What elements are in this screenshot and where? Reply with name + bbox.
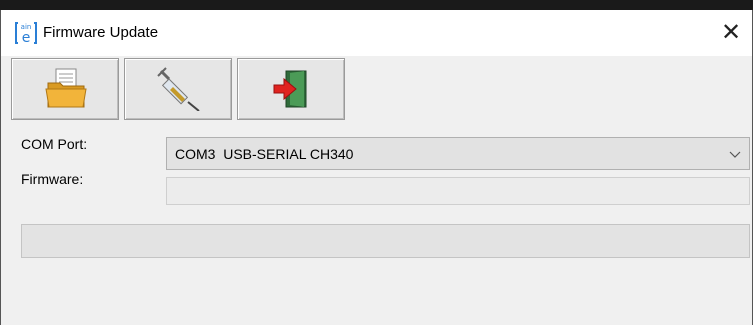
open-file-button[interactable] — [11, 58, 119, 120]
exit-door-icon — [273, 70, 307, 108]
syringe-flash-icon — [157, 67, 200, 111]
firmware-path-field[interactable] — [166, 177, 750, 205]
open-folder-icon — [45, 68, 87, 108]
svg-text:e: e — [22, 30, 31, 45]
rain-e-app-icon: ain e — [15, 21, 37, 46]
desktop-top-strip — [0, 0, 753, 10]
firmware-update-window: ain e Firmware Update ✕ COM Port: COM3 U… — [0, 10, 753, 325]
title-bar: ain e Firmware Update ✕ — [1, 10, 752, 56]
close-button[interactable]: ✕ — [716, 18, 746, 48]
firmware-label: Firmware: — [21, 171, 84, 187]
exit-button[interactable] — [237, 58, 345, 120]
flash-firmware-button[interactable] — [124, 58, 232, 120]
update-progress-bar — [21, 224, 750, 258]
toolbar — [11, 58, 351, 122]
com-port-value: COM3 USB-SERIAL CH340 — [175, 146, 354, 162]
com-port-label: COM Port: — [21, 136, 88, 152]
chevron-down-icon — [729, 151, 741, 158]
window-title: Firmware Update — [43, 24, 159, 41]
com-port-select[interactable]: COM3 USB-SERIAL CH340 — [166, 137, 750, 170]
